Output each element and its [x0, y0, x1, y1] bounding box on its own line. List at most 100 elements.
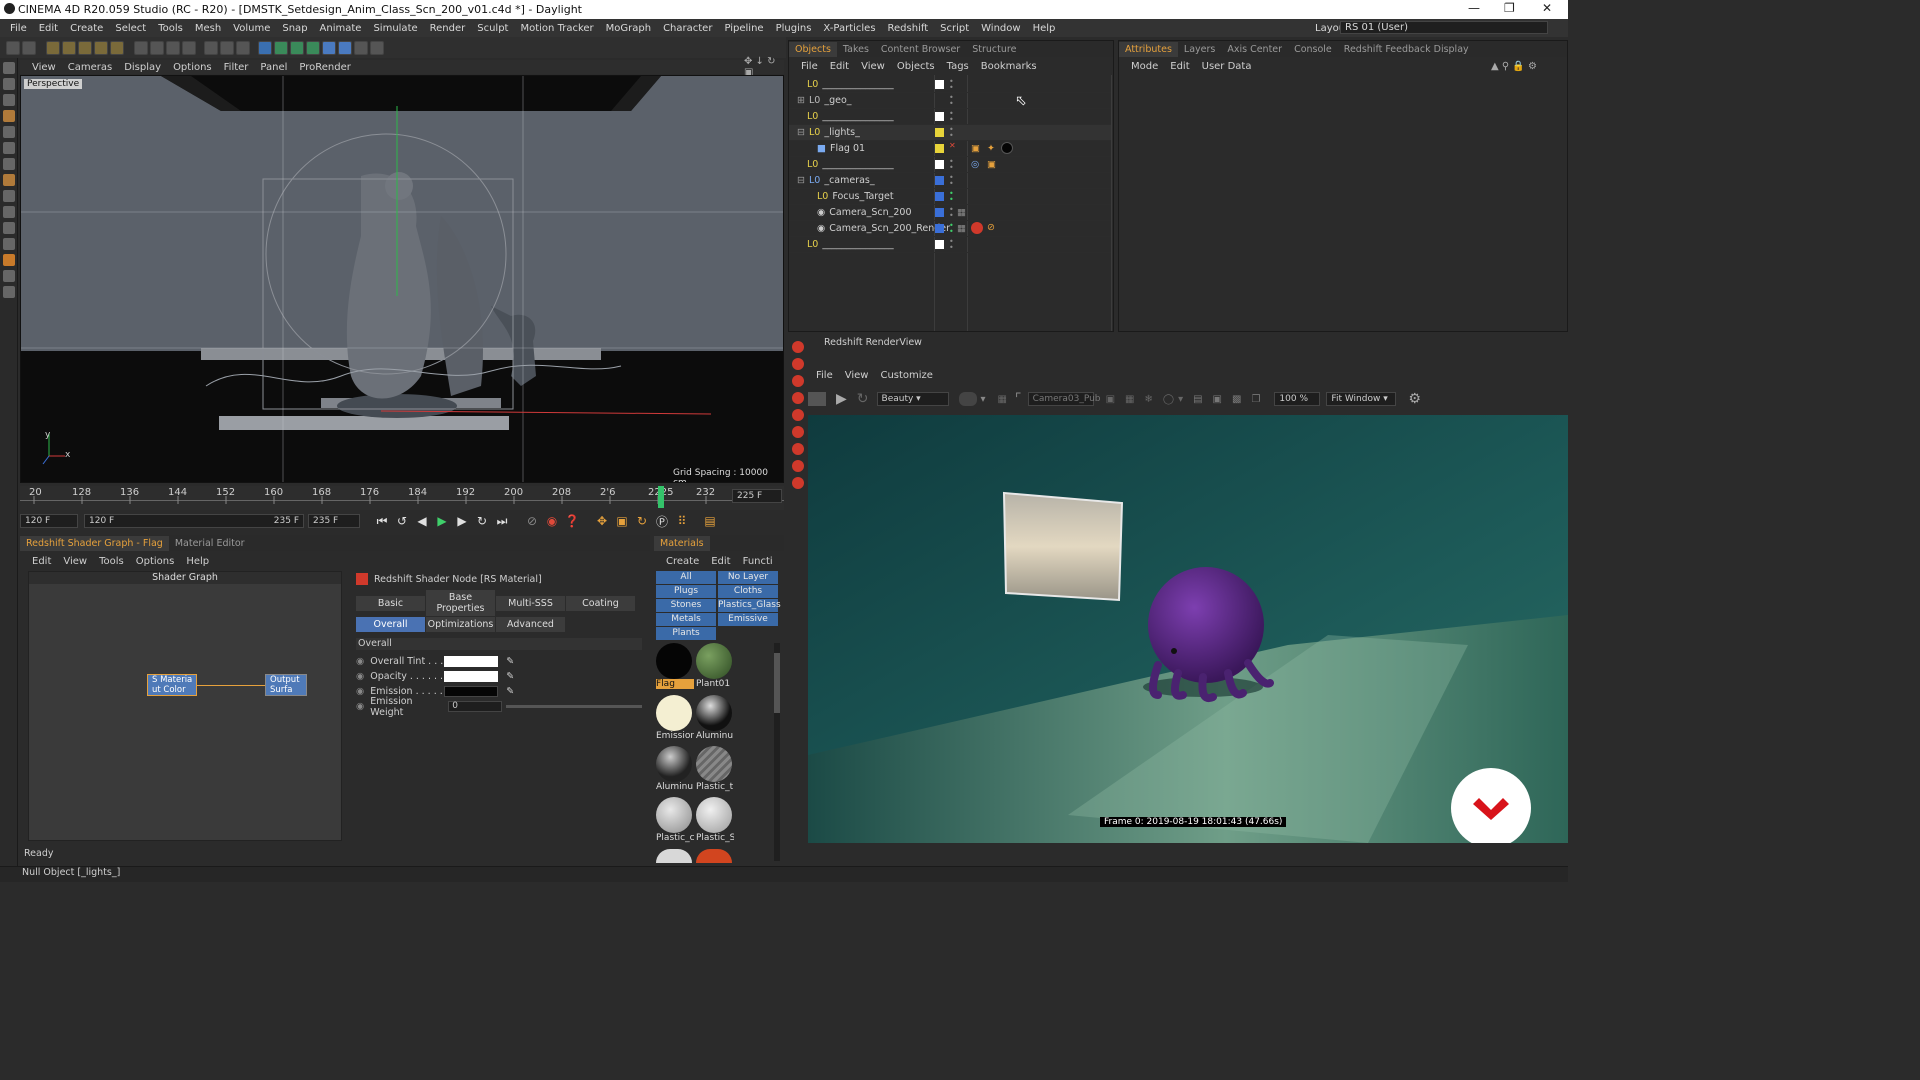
- redshift-object-tag-icon[interactable]: ▣: [987, 159, 996, 170]
- restore-icon[interactable]: ❐: [1504, 1, 1515, 15]
- layer-color-swatch[interactable]: [935, 240, 944, 249]
- menu-redshift[interactable]: Redshift: [888, 23, 929, 34]
- menu-motion-tracker[interactable]: Motion Tracker: [520, 23, 593, 34]
- current-frame-field[interactable]: 225 F: [732, 489, 782, 503]
- obj-menu-view[interactable]: View: [861, 61, 885, 72]
- end-frame-field[interactable]: 235 F: [308, 514, 360, 528]
- render-view-icon[interactable]: [204, 40, 218, 55]
- expand-icon[interactable]: ⊞: [797, 95, 805, 106]
- material-item[interactable]: Plastic_S: [696, 797, 736, 843]
- tweak-icon[interactable]: [3, 190, 15, 202]
- materials-scrollbar[interactable]: [774, 643, 780, 861]
- material-item[interactable]: Plastic_t: [696, 746, 736, 792]
- coordinate-system-icon[interactable]: [182, 40, 196, 55]
- snap-icon[interactable]: [3, 206, 15, 218]
- timeline-layout-icon[interactable]: ▤: [702, 513, 718, 529]
- layer-color-swatch[interactable]: [935, 80, 944, 89]
- model-mode-icon[interactable]: [3, 78, 15, 90]
- keyframe-dot-icon[interactable]: ◉: [356, 686, 364, 697]
- visibility-cross-icon[interactable]: ✕: [949, 142, 956, 150]
- menu-snap[interactable]: Snap: [282, 23, 307, 34]
- redo-icon[interactable]: [22, 40, 36, 55]
- visibility-dots[interactable]: • •: [949, 110, 954, 124]
- floor-icon[interactable]: [322, 40, 336, 55]
- obj-menu-bookmarks[interactable]: Bookmarks: [981, 61, 1037, 72]
- layout-select[interactable]: RS 01 (User): [1340, 21, 1548, 34]
- sculpt-icon[interactable]: [3, 286, 15, 298]
- visibility-dots[interactable]: • •: [949, 222, 954, 236]
- fit-window-select[interactable]: Fit Window ▾: [1326, 392, 1397, 406]
- obj-menu-tags[interactable]: Tags: [947, 61, 969, 72]
- settings-gear-icon[interactable]: ⚙: [1408, 391, 1421, 407]
- rs-material-node[interactable]: S Materia ut Color: [147, 674, 197, 696]
- node-tab-multi-sss[interactable]: Multi-SSS: [496, 595, 566, 611]
- visibility-dots[interactable]: • •: [949, 158, 954, 172]
- object-row[interactable]: L0 Focus_Target • •: [789, 189, 1111, 205]
- texture-mode-icon[interactable]: [3, 94, 15, 106]
- category-stones[interactable]: Stones: [656, 599, 716, 612]
- timeline-playhead[interactable]: [658, 486, 664, 508]
- visibility-dots[interactable]: • •: [949, 126, 954, 140]
- mat-menu-create[interactable]: Create: [666, 556, 699, 567]
- goto-end-icon[interactable]: ⏭: [494, 513, 510, 529]
- rv-menu-file[interactable]: File: [816, 370, 833, 381]
- shader-graph-canvas[interactable]: Shader Graph S Materia ut Color Output S…: [28, 571, 342, 841]
- menu-file[interactable]: File: [10, 23, 27, 34]
- key-scale-icon[interactable]: ▣: [614, 513, 630, 529]
- menu-window[interactable]: Window: [981, 23, 1020, 34]
- render-settings-icon[interactable]: [236, 40, 250, 55]
- emission-weight-slider[interactable]: [506, 705, 642, 708]
- planar-workplane-icon[interactable]: [3, 238, 15, 250]
- x-axis-icon[interactable]: [134, 40, 148, 55]
- attr-menu-edit[interactable]: Edit: [1170, 61, 1189, 72]
- node-tab-advanced[interactable]: Advanced: [496, 617, 566, 632]
- lock-icon[interactable]: ▣: [1106, 394, 1115, 405]
- move-icon[interactable]: [62, 40, 76, 55]
- material-item[interactable]: Flag: [656, 643, 696, 689]
- object-row[interactable]: ⊟ L0 _cameras_ • •: [789, 173, 1111, 189]
- key-rotation-icon[interactable]: ↻: [634, 513, 650, 529]
- visibility-dots[interactable]: • •: [949, 94, 954, 108]
- 3d-viewport[interactable]: Perspective Grid Spacing : 10000 cm x y: [20, 75, 784, 483]
- material-item[interactable]: Plastic_c: [656, 797, 696, 843]
- keyframe-dot-icon[interactable]: ◉: [356, 671, 364, 682]
- object-row[interactable]: ⊞ L0 _geo_ • •: [789, 93, 1111, 109]
- tab-redshift-feedback[interactable]: Redshift Feedback Display: [1338, 42, 1475, 57]
- bucket-icon[interactable]: ▦: [1125, 394, 1134, 405]
- keyframe-dot-icon[interactable]: ◉: [356, 701, 364, 712]
- make-editable-icon[interactable]: [3, 62, 15, 74]
- start-frame-field[interactable]: 120 F: [20, 514, 78, 528]
- autokey-icon[interactable]: ❓: [564, 513, 580, 529]
- material-item[interactable]: Aluminu: [656, 746, 696, 792]
- minimize-icon[interactable]: —: [1468, 1, 1480, 15]
- sg-menu-view[interactable]: View: [63, 556, 87, 567]
- tab-attributes[interactable]: Attributes: [1119, 41, 1178, 57]
- snapshot-icon[interactable]: ▣: [1213, 394, 1222, 405]
- keyframe-dot-icon[interactable]: ◉: [356, 656, 364, 667]
- visibility-dots[interactable]: • •: [949, 78, 954, 92]
- redshift-camera-tag-icon[interactable]: [971, 222, 983, 234]
- menu-character[interactable]: Character: [663, 23, 712, 34]
- rs-render-icon[interactable]: [792, 358, 804, 370]
- live-selection-icon[interactable]: [46, 40, 60, 55]
- layer-color-swatch[interactable]: [935, 224, 944, 233]
- grid-icon[interactable]: ▦: [998, 394, 1007, 405]
- menu-edit[interactable]: Edit: [39, 23, 58, 34]
- snowflake-icon[interactable]: ❄: [1144, 394, 1152, 405]
- target-tag-icon[interactable]: ◎: [971, 159, 979, 170]
- layer-color-swatch[interactable]: [935, 128, 944, 137]
- overall-tint-swatch[interactable]: [444, 656, 499, 667]
- viewport-menu-panel[interactable]: Panel: [260, 62, 287, 73]
- category-cloths[interactable]: Cloths: [718, 585, 778, 598]
- tab-console[interactable]: Console: [1288, 42, 1338, 57]
- menu-simulate[interactable]: Simulate: [373, 23, 417, 34]
- sg-menu-tools[interactable]: Tools: [99, 556, 124, 567]
- object-row-selected[interactable]: ⊟ L0 _lights_ • •: [789, 125, 1111, 141]
- tab-takes[interactable]: Takes: [837, 42, 875, 57]
- menu-script[interactable]: Script: [940, 23, 969, 34]
- visibility-dots[interactable]: • •: [949, 174, 954, 188]
- collapse-icon[interactable]: ⊟: [797, 175, 805, 186]
- render-picture-viewer-icon[interactable]: [220, 40, 234, 55]
- prev-key-icon[interactable]: ↺: [394, 513, 410, 529]
- key-position-icon[interactable]: ✥: [594, 513, 610, 529]
